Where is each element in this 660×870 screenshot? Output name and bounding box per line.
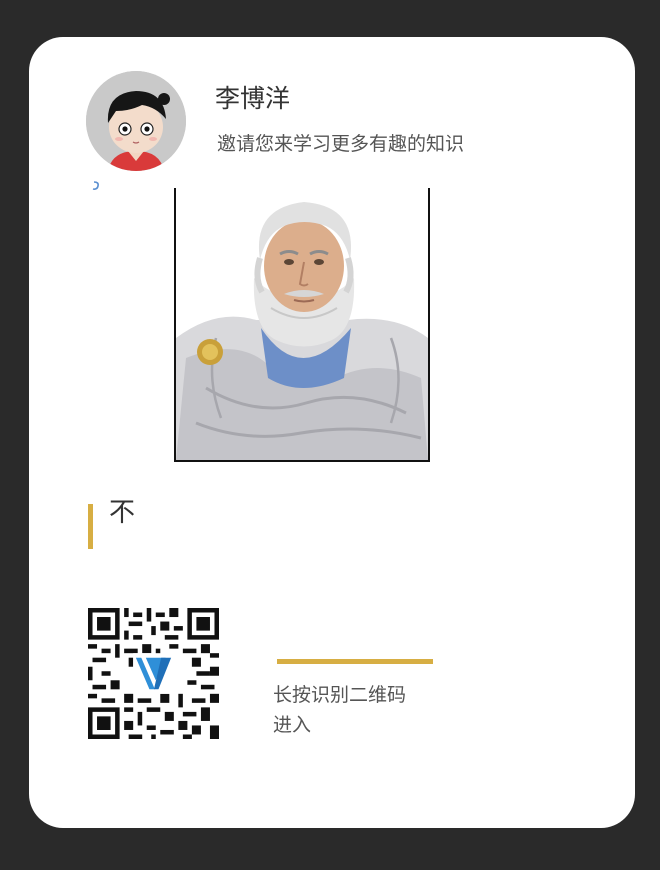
post-image[interactable] xyxy=(174,188,430,462)
qr-hint: 长按识别二维码 进入 xyxy=(273,680,473,740)
small-blue-mark-icon xyxy=(92,181,99,190)
post-quote: 不 xyxy=(109,498,136,528)
philosopher-portrait-image xyxy=(176,202,428,460)
invite-subtitle: 邀请您来学习更多有趣的知识 xyxy=(217,133,465,155)
qr-hint-line1: 长按识别二维码 xyxy=(273,684,407,706)
user-name: 李博洋 xyxy=(215,84,291,113)
avatar[interactable] xyxy=(86,71,186,171)
share-card: 李博洋 邀请您来学习更多有趣的知识 不 长按识别二维码 进入 xyxy=(29,37,635,828)
qr-code-image[interactable] xyxy=(88,608,219,739)
avatar-illustration xyxy=(86,71,186,171)
quote-accent-bar xyxy=(88,504,93,549)
qr-hint-line2: 进入 xyxy=(273,714,312,736)
qr-accent-line xyxy=(277,659,433,664)
